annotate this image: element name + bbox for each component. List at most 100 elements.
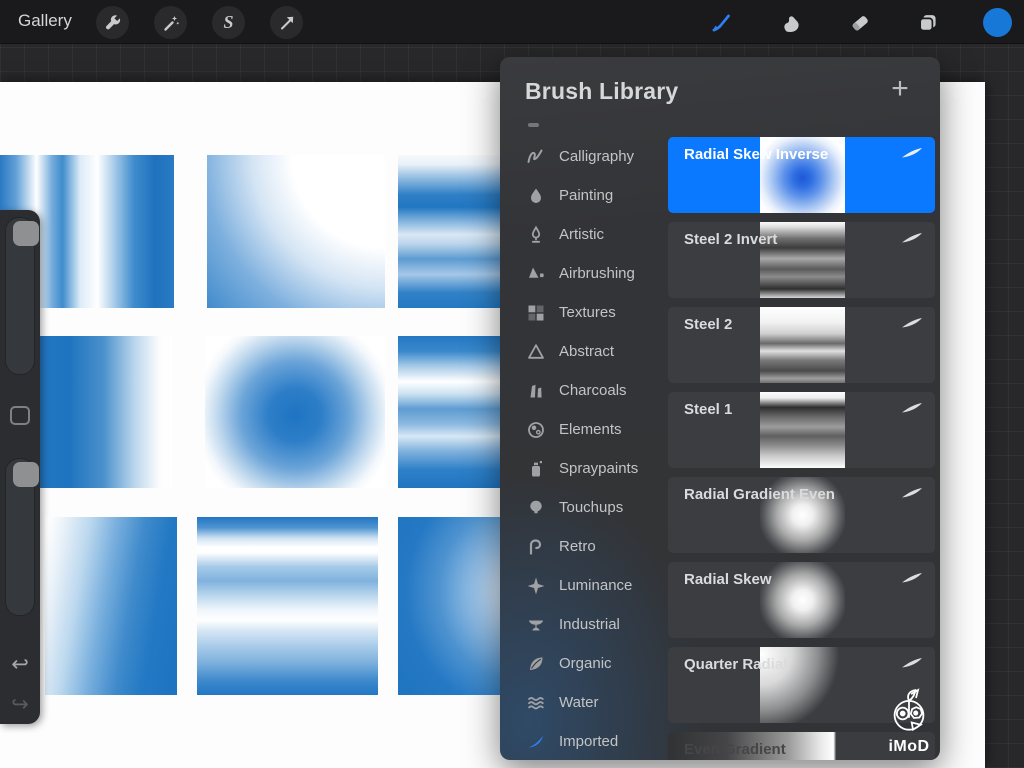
brush-name: Even Gradient xyxy=(684,741,786,758)
brush-thumbnail xyxy=(760,307,845,383)
transform-arrow-icon xyxy=(278,14,296,32)
category-organic[interactable]: Organic xyxy=(500,644,666,683)
abstract-triangle-icon xyxy=(526,342,546,362)
category-label: Industrial xyxy=(559,616,620,633)
brush-name: Radial Skew Inverse xyxy=(684,146,828,163)
category-label: Water xyxy=(559,694,598,711)
category-industrial[interactable]: Industrial xyxy=(500,605,666,644)
brush-stroke-icon xyxy=(901,657,923,669)
category-calligraphy[interactable]: Calligraphy xyxy=(500,137,666,176)
paintbrush-icon xyxy=(709,12,731,34)
category-imported[interactable]: Imported xyxy=(500,722,666,760)
artwork-gradient-square xyxy=(45,517,177,695)
category-touchups[interactable]: Touchups xyxy=(500,488,666,527)
brush-name: Radial Skew xyxy=(684,571,772,588)
modify-button[interactable] xyxy=(10,406,30,425)
panel-title: Brush Library xyxy=(525,78,678,105)
category-label: Airbrushing xyxy=(559,265,635,282)
brush-item-radial-skew[interactable]: Radial Skew xyxy=(668,562,935,638)
category-elements[interactable]: Elements xyxy=(500,410,666,449)
brush-item-radial-skew-inverse[interactable]: Radial Skew Inverse xyxy=(668,137,935,213)
erase-tool-button[interactable] xyxy=(845,8,875,38)
brush-thumbnail xyxy=(760,392,845,468)
category-label: Abstract xyxy=(559,343,614,360)
brush-stroke-icon xyxy=(901,402,923,414)
transform-button[interactable] xyxy=(270,6,303,39)
category-label: Retro xyxy=(559,538,596,555)
smudge-tool-button[interactable] xyxy=(775,8,805,38)
imported-brushstroke-icon xyxy=(526,732,546,752)
adjustments-button[interactable] xyxy=(154,6,187,39)
imod-owl-logo xyxy=(882,681,936,737)
layers-icon xyxy=(917,12,939,34)
category-charcoals[interactable]: Charcoals xyxy=(500,371,666,410)
undo-button[interactable]: ↩ xyxy=(0,652,40,677)
brush-item-steel-1[interactable]: Steel 1 xyxy=(668,392,935,468)
brush-item-steel-2-invert[interactable]: Steel 2 Invert xyxy=(668,222,935,298)
color-swatch[interactable] xyxy=(983,8,1012,37)
painting-drop-icon xyxy=(526,186,546,206)
calligraphy-icon xyxy=(526,147,546,167)
category-textures[interactable]: Textures xyxy=(500,293,666,332)
brush-item-steel-2[interactable]: Steel 2 xyxy=(668,307,935,383)
brush-name: Steel 1 xyxy=(684,401,732,418)
imod-watermark: iMoD xyxy=(878,681,940,757)
category-airbrushing[interactable]: Airbrushing xyxy=(500,254,666,293)
airbrush-icon xyxy=(526,264,546,284)
sidebar-slider-bar: ↩ ↪ xyxy=(0,210,40,724)
eraser-icon xyxy=(849,12,871,34)
luminance-star-icon xyxy=(526,576,546,596)
category-label: Organic xyxy=(559,655,612,672)
category-label: Spraypaints xyxy=(559,460,638,477)
category-label: Painting xyxy=(559,187,613,204)
gallery-button[interactable]: Gallery xyxy=(18,11,72,31)
category-label: Touchups xyxy=(559,499,623,516)
brush-opacity-slider[interactable] xyxy=(5,458,35,616)
selection-s-icon: S xyxy=(223,12,233,33)
redo-button[interactable]: ↪ xyxy=(0,692,40,717)
brush-name: Steel 2 xyxy=(684,316,732,333)
category-water[interactable]: Water xyxy=(500,683,666,722)
paint-tool-button[interactable] xyxy=(705,8,735,38)
artwork-gradient-square xyxy=(207,155,385,308)
category-label: Luminance xyxy=(559,577,632,594)
texture-checker-icon xyxy=(526,303,546,323)
layers-button[interactable] xyxy=(913,8,943,38)
brush-size-handle[interactable] xyxy=(13,221,39,246)
brush-name: Steel 2 Invert xyxy=(684,231,777,248)
spraycan-icon xyxy=(526,459,546,479)
category-retro[interactable]: Retro xyxy=(500,527,666,566)
brush-name: Quarter Radial xyxy=(684,656,787,673)
brush-stroke-icon xyxy=(901,317,923,329)
retro-spiral-icon xyxy=(526,537,546,557)
actions-button[interactable] xyxy=(96,6,129,39)
top-toolbar: Gallery S xyxy=(0,0,1024,44)
artwork-gradient-square xyxy=(205,336,385,488)
magic-wand-icon xyxy=(162,14,180,32)
brush-stroke-icon xyxy=(901,232,923,244)
category-painting[interactable]: Painting xyxy=(500,176,666,215)
brush-stroke-icon xyxy=(901,572,923,584)
smudge-finger-icon xyxy=(779,12,801,34)
artwork-gradient-square xyxy=(197,517,378,695)
brush-name: Radial Gradient Even xyxy=(684,486,835,503)
category-label: Textures xyxy=(559,304,616,321)
category-label: Elements xyxy=(559,421,622,438)
category-abstract[interactable]: Abstract xyxy=(500,332,666,371)
charcoal-sticks-icon xyxy=(526,381,546,401)
brush-size-slider[interactable] xyxy=(5,217,35,375)
category-artistic[interactable]: Artistic xyxy=(500,215,666,254)
category-label: Imported xyxy=(559,733,618,750)
brush-opacity-handle[interactable] xyxy=(13,462,39,487)
brush-item-radial-gradient-even[interactable]: Radial Gradient Even xyxy=(668,477,935,553)
category-luminance[interactable]: Luminance xyxy=(500,566,666,605)
elements-circle-icon xyxy=(526,420,546,440)
category-label: Charcoals xyxy=(559,382,627,399)
waves-icon xyxy=(526,693,546,713)
category-spraypaints[interactable]: Spraypaints xyxy=(500,449,666,488)
anvil-icon xyxy=(526,615,546,635)
add-brush-button[interactable]: + xyxy=(882,71,918,107)
artistic-drop-icon xyxy=(526,225,546,245)
selection-button[interactable]: S xyxy=(212,6,245,39)
leaf-icon xyxy=(526,654,546,674)
